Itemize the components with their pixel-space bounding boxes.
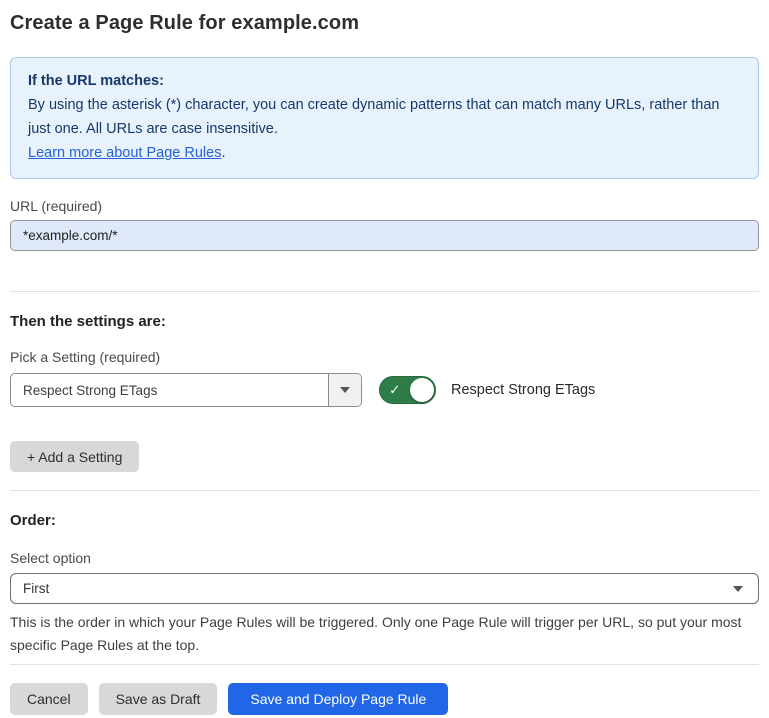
info-box-body: By using the asterisk (*) character, you… — [28, 93, 741, 141]
chevron-down-icon — [733, 586, 743, 592]
link-suffix: . — [221, 145, 225, 161]
info-box-link-line: Learn more about Page Rules. — [28, 141, 741, 165]
order-select-value: First — [23, 581, 49, 596]
save-and-deploy-button[interactable]: Save and Deploy Page Rule — [228, 683, 448, 715]
create-page-rule-form: Create a Page Rule for example.com If th… — [0, 0, 769, 715]
divider — [10, 490, 759, 491]
setting-select-arrow-button[interactable] — [328, 374, 361, 406]
footer-button-row: Cancel Save as Draft Save and Deploy Pag… — [10, 683, 759, 715]
pick-setting-label: Pick a Setting (required) — [10, 349, 759, 365]
info-box-heading: If the URL matches: — [28, 69, 741, 93]
setting-row: Respect Strong ETags ✓ Respect Strong ET… — [10, 373, 759, 407]
learn-more-link[interactable]: Learn more about Page Rules — [28, 145, 221, 161]
chevron-down-icon — [340, 387, 350, 393]
order-section-heading: Order: — [10, 512, 759, 529]
add-setting-button[interactable]: + Add a Setting — [10, 441, 139, 472]
url-input[interactable] — [10, 220, 759, 251]
url-field-label: URL (required) — [10, 198, 759, 214]
setting-select-value: Respect Strong ETags — [11, 374, 328, 406]
divider — [10, 291, 759, 292]
cancel-button[interactable]: Cancel — [10, 683, 88, 715]
order-select-wrap: First — [10, 573, 759, 604]
order-select-label: Select option — [10, 550, 759, 566]
save-as-draft-button[interactable]: Save as Draft — [99, 683, 218, 715]
url-match-info-box: If the URL matches: By using the asteris… — [10, 57, 759, 179]
page-title: Create a Page Rule for example.com — [10, 12, 759, 35]
toggle-label: Respect Strong ETags — [451, 382, 595, 398]
divider — [10, 664, 759, 665]
order-select[interactable]: First — [10, 573, 759, 604]
respect-strong-etags-toggle[interactable]: ✓ — [379, 376, 436, 404]
setting-select[interactable]: Respect Strong ETags — [10, 373, 362, 407]
check-icon: ✓ — [389, 383, 401, 397]
settings-section-heading: Then the settings are: — [10, 313, 759, 330]
toggle-knob — [410, 378, 434, 402]
order-help-text: This is the order in which your Page Rul… — [10, 611, 755, 657]
